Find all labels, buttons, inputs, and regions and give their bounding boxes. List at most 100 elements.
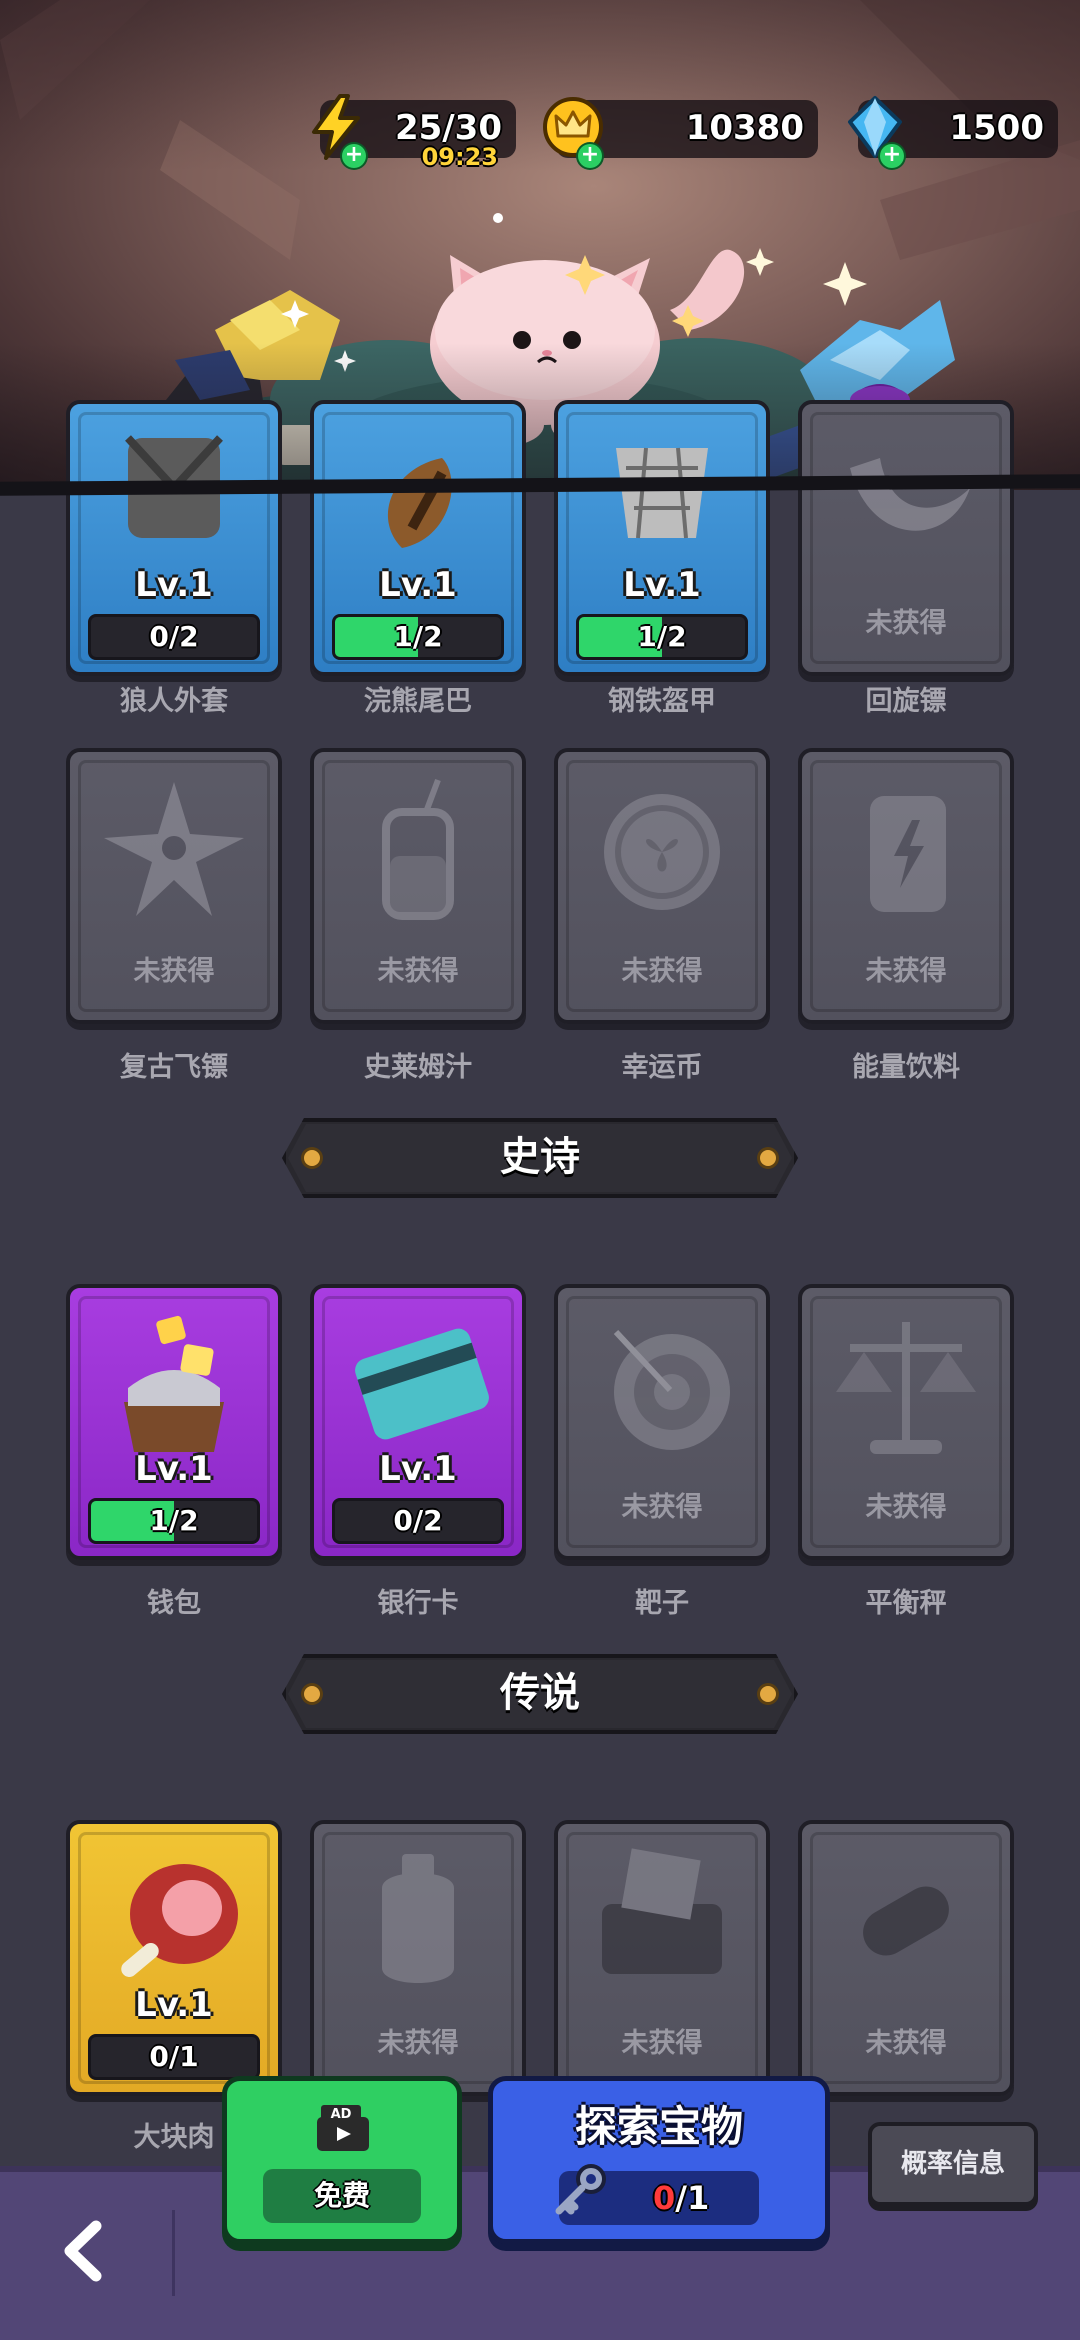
- ad-badge-text: AD: [331, 2107, 352, 2122]
- card-progress-bar: 1/2: [332, 614, 504, 660]
- treasure-card[interactable]: Lv.1 0/2: [66, 400, 282, 676]
- gem-counter[interactable]: + 1500: [848, 96, 1058, 168]
- treasure-icon: [355, 1328, 489, 1440]
- treasure-card[interactable]: 未获得: [310, 748, 526, 1024]
- gold-value: 10380: [685, 108, 804, 148]
- progress-text: 1/2: [149, 1504, 199, 1537]
- treasure-card[interactable]: 未获得: [310, 1820, 526, 2096]
- key-count: 0/1: [653, 2171, 709, 2225]
- treasure-card[interactable]: 未获得: [798, 400, 1014, 676]
- card-locked-label: 未获得: [621, 956, 703, 987]
- card-progress-bar: 0/2: [88, 614, 260, 660]
- free-ad-button[interactable]: AD 免费: [222, 2076, 462, 2244]
- free-label-pill: 免费: [263, 2169, 421, 2223]
- bottom-divider: [172, 2210, 175, 2296]
- treasure-icon: [863, 1886, 949, 1956]
- probability-info-label: 概率信息: [900, 2149, 1005, 2179]
- treasure-card[interactable]: Lv.1 1/2: [554, 400, 770, 676]
- card-level: Lv.1: [135, 1449, 213, 1489]
- card-locked-label: 未获得: [133, 956, 215, 987]
- treasure-icon: [104, 782, 244, 916]
- treasure-icon: [125, 435, 223, 538]
- card-locked-label: 未获得: [865, 956, 947, 987]
- card-locked-label: 未获得: [377, 2028, 459, 2059]
- treasure-card[interactable]: 未获得: [798, 748, 1014, 1024]
- treasure-card[interactable]: Lv.1 0/2: [310, 1284, 526, 1560]
- card-level: Lv.1: [623, 565, 701, 605]
- treasure-icon: [870, 796, 946, 912]
- treasure-card[interactable]: 未获得: [798, 1820, 1014, 2096]
- chevron-left-icon[interactable]: [52, 2216, 122, 2286]
- treasure-icon: [124, 1315, 224, 1452]
- progress-text: 0/1: [149, 2040, 199, 2073]
- section-legend-header: 传说: [282, 1654, 798, 1734]
- card-level: Lv.1: [379, 565, 457, 605]
- energy-counter[interactable]: + 25/30 09:23: [312, 94, 516, 170]
- section-legend-title: 传说: [500, 1670, 580, 1716]
- treasure-icon: [121, 1864, 238, 1977]
- card-name: 钢铁盔甲: [608, 686, 716, 717]
- treasure-card[interactable]: 未获得: [554, 1284, 770, 1560]
- treasure-icon: [382, 1854, 454, 1983]
- card-progress-bar: 1/2: [576, 614, 748, 660]
- key-icon: [555, 2164, 606, 2215]
- progress-text: 0/2: [393, 1504, 443, 1537]
- card-name: 钱包: [147, 1588, 201, 1619]
- treasure-card[interactable]: 未获得: [554, 1820, 770, 2096]
- gold-counter[interactable]: + 10380: [543, 97, 818, 168]
- card-name: 浣熊尾巴: [364, 686, 472, 717]
- card-locked-label: 未获得: [621, 2028, 703, 2059]
- treasure-card[interactable]: 未获得: [798, 1284, 1014, 1560]
- treasure-card[interactable]: Lv.1 1/2: [66, 1284, 282, 1560]
- probability-info-button[interactable]: 概率信息: [868, 2122, 1038, 2206]
- ad-video-icon: AD: [317, 2105, 369, 2151]
- card-locked-label: 未获得: [621, 1492, 703, 1523]
- treasure-card[interactable]: 未获得: [554, 748, 770, 1024]
- treasure-icon: [850, 458, 970, 531]
- card-name: 靶子: [635, 1588, 689, 1619]
- card-name: 能量饮料: [852, 1052, 960, 1083]
- treasure-icon: [616, 447, 708, 539]
- treasure-card[interactable]: 未获得: [66, 748, 282, 1024]
- card-name: 银行卡: [377, 1588, 459, 1619]
- energy-timer: 09:23: [421, 143, 498, 171]
- card-progress-bar: 0/2: [332, 1498, 504, 1544]
- gem-value: 1500: [949, 108, 1044, 148]
- treasure-card[interactable]: Lv.1 0/1: [66, 1820, 282, 2096]
- card-locked-label: 未获得: [865, 1492, 947, 1523]
- section-epic-header: 史诗: [282, 1118, 798, 1198]
- card-level: Lv.1: [135, 1985, 213, 2025]
- free-label: 免费: [313, 2179, 370, 2212]
- explore-treasure-button[interactable]: 探索宝物 0/1: [488, 2076, 830, 2244]
- section-epic-title: 史诗: [500, 1134, 580, 1180]
- treasure-card[interactable]: Lv.1 1/2: [310, 400, 526, 676]
- progress-text: 1/2: [637, 620, 687, 653]
- card-name: 幸运币: [621, 1052, 703, 1083]
- treasure-icon: [387, 458, 452, 548]
- card-locked-label: 未获得: [865, 2028, 947, 2059]
- treasure-icon: [836, 1322, 976, 1454]
- treasure-icon: [382, 778, 454, 920]
- energy-value: 25/30: [394, 108, 502, 148]
- card-progress-bar: 1/2: [88, 1498, 260, 1544]
- card-locked-label: 未获得: [865, 608, 947, 639]
- card-locked-label: 未获得: [377, 956, 459, 987]
- card-name: 史莱姆汁: [364, 1052, 472, 1083]
- gem-add-button[interactable]: +: [880, 144, 904, 168]
- card-name: 狼人外套: [120, 686, 228, 717]
- progress-text: 1/2: [393, 620, 443, 653]
- card-name: 回旋镖: [865, 686, 947, 717]
- treasure-icon: [613, 1329, 730, 1450]
- card-progress-bar: 0/1: [88, 2034, 260, 2080]
- treasure-icon: [604, 794, 720, 910]
- energy-add-button[interactable]: +: [342, 144, 366, 168]
- key-count-total: 1: [686, 2179, 710, 2217]
- key-count-have: 0: [653, 2179, 676, 2217]
- card-level: Lv.1: [135, 565, 213, 605]
- card-level: Lv.1: [379, 1449, 457, 1489]
- gold-add-button[interactable]: +: [578, 144, 602, 168]
- treasure-icon: [602, 1848, 722, 1974]
- explore-title: 探索宝物: [574, 2102, 743, 2151]
- card-name: 复古飞镖: [120, 1052, 228, 1083]
- card-name: 平衡秤: [865, 1588, 947, 1619]
